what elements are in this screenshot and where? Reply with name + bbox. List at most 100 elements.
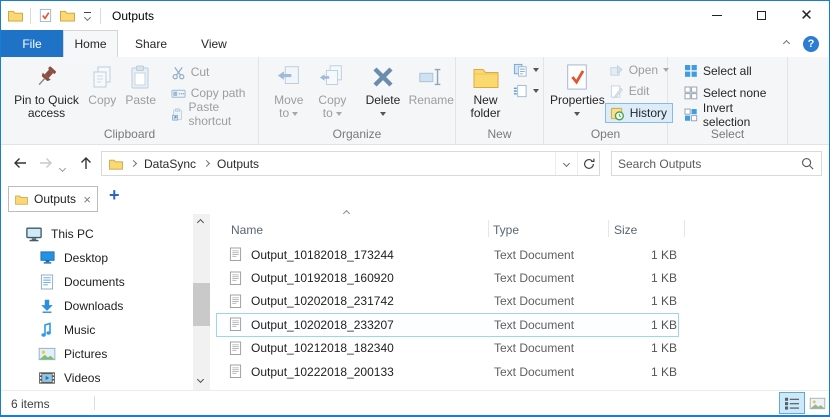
properties-button[interactable]: Properties bbox=[550, 57, 605, 120]
rename-label: Rename bbox=[409, 94, 454, 107]
icons-view-button[interactable] bbox=[807, 394, 827, 412]
easy-access-button[interactable] bbox=[509, 61, 543, 79]
qat-customize-dropdown[interactable] bbox=[82, 10, 93, 22]
text-document-icon bbox=[229, 317, 242, 332]
column-separator[interactable] bbox=[488, 220, 489, 237]
copy-button[interactable]: Copy bbox=[84, 57, 121, 107]
help-button[interactable]: ? bbox=[803, 36, 819, 52]
column-separator[interactable] bbox=[608, 220, 609, 237]
breadcrumb-outputs[interactable]: Outputs bbox=[217, 157, 259, 171]
open-group-label: Open bbox=[544, 127, 667, 141]
file-row[interactable]: Output_10182018_173244 Text Document 1 K… bbox=[216, 243, 679, 266]
forward-arrow-icon bbox=[37, 154, 55, 172]
tab-close-icon[interactable]: × bbox=[83, 193, 91, 206]
qat-new-folder-icon[interactable] bbox=[60, 9, 75, 22]
previous-locations-button[interactable] bbox=[555, 152, 577, 175]
tab-share[interactable]: Share bbox=[118, 30, 184, 57]
titlebar-separator bbox=[30, 8, 31, 24]
tab-view[interactable]: View bbox=[184, 30, 244, 57]
column-separator[interactable] bbox=[684, 220, 685, 237]
column-header-type[interactable]: Type bbox=[493, 223, 519, 237]
sidebar-scrollbar[interactable] bbox=[193, 214, 210, 390]
pictures-icon bbox=[38, 347, 56, 361]
new-tab-button[interactable]: + bbox=[109, 185, 120, 206]
file-row[interactable]: Output_10202018_231742 Text Document 1 K… bbox=[216, 290, 679, 313]
copy-to-button[interactable]: Copyto bbox=[311, 57, 355, 120]
scroll-down-icon[interactable] bbox=[197, 376, 204, 383]
ribbon-group-new: Newfolder New bbox=[456, 57, 544, 144]
file-row[interactable]: Output_10212018_182340 Text Document 1 K… bbox=[216, 337, 679, 360]
cut-button[interactable]: Cut bbox=[167, 63, 258, 81]
sidebar-item-documents[interactable]: Documents bbox=[38, 270, 125, 293]
minimize-button[interactable] bbox=[694, 1, 739, 30]
search-icon[interactable] bbox=[800, 156, 815, 171]
breadcrumb-chevron-icon bbox=[130, 160, 137, 167]
file-name: Output_10202018_233207 bbox=[251, 318, 494, 332]
forward-button[interactable] bbox=[37, 154, 55, 175]
history-button[interactable]: History bbox=[605, 103, 673, 123]
chevron-down-icon bbox=[380, 112, 386, 116]
chevron-down-icon bbox=[563, 160, 570, 167]
pin-to-quick-access-button[interactable]: Pin to Quickaccess bbox=[9, 57, 84, 120]
edit-button[interactable]: Edit bbox=[605, 82, 673, 100]
scrollbar-thumb[interactable] bbox=[193, 283, 210, 326]
new-folder-button[interactable]: Newfolder bbox=[462, 57, 509, 120]
chevron-down-icon bbox=[533, 68, 539, 72]
column-header-size[interactable]: Size bbox=[614, 223, 637, 237]
file-row-hovered[interactable]: Output_10202018_233207 Text Document 1 K… bbox=[216, 313, 679, 336]
sidebar-item-videos[interactable]: Videos bbox=[38, 366, 100, 389]
copy-to-label-line2: to bbox=[323, 106, 333, 120]
pushpin-icon bbox=[33, 64, 59, 90]
delete-button[interactable]: Delete bbox=[358, 57, 407, 120]
select-all-button[interactable]: Select all bbox=[680, 62, 787, 80]
select-none-button[interactable]: Select none bbox=[680, 84, 787, 102]
titlebar-separator bbox=[100, 8, 101, 24]
up-button[interactable] bbox=[77, 154, 95, 175]
window-title: Outputs bbox=[112, 9, 154, 23]
edit-label: Edit bbox=[629, 84, 650, 98]
select-none-icon bbox=[684, 86, 698, 100]
open-button[interactable]: Open bbox=[605, 61, 673, 79]
details-view-button[interactable] bbox=[779, 392, 805, 414]
tab-file[interactable]: File bbox=[1, 30, 63, 57]
file-row[interactable]: Output_10222018_200133 Text Document 1 K… bbox=[216, 360, 679, 383]
sidebar-item-label: Documents bbox=[64, 275, 125, 289]
search-input[interactable] bbox=[618, 157, 800, 171]
sidebar-item-pictures[interactable]: Pictures bbox=[38, 342, 107, 365]
scroll-up-icon[interactable] bbox=[197, 219, 204, 226]
column-header-name[interactable]: Name bbox=[231, 223, 263, 237]
paste-button[interactable]: Paste bbox=[121, 57, 161, 107]
select-all-icon bbox=[684, 64, 698, 78]
rename-button[interactable]: Rename bbox=[408, 57, 455, 107]
close-button[interactable]: ✕ bbox=[784, 1, 829, 30]
breadcrumb-datasync[interactable]: DataSync bbox=[144, 157, 196, 171]
refresh-button[interactable] bbox=[577, 152, 599, 175]
sidebar-item-this-pc[interactable]: This PC bbox=[25, 222, 94, 245]
recent-locations-button[interactable] bbox=[60, 160, 65, 174]
tab-home[interactable]: Home bbox=[63, 30, 118, 57]
sidebar-item-label: This PC bbox=[51, 227, 94, 241]
maximize-button[interactable] bbox=[739, 1, 784, 30]
invert-selection-button[interactable]: Invert selection bbox=[680, 106, 787, 124]
sidebar-item-downloads[interactable]: Downloads bbox=[38, 294, 123, 317]
file-size: 1 KB bbox=[615, 341, 677, 355]
paste-shortcut-button[interactable]: Paste shortcut bbox=[167, 105, 258, 123]
move-to-button[interactable]: Moveto bbox=[267, 57, 311, 120]
documents-icon bbox=[40, 274, 54, 290]
folder-tab-outputs[interactable]: Outputs × bbox=[8, 186, 98, 212]
minimize-ribbon-icon[interactable] bbox=[783, 40, 790, 47]
sidebar-item-music[interactable]: Music bbox=[38, 318, 95, 341]
new-item-button[interactable] bbox=[509, 82, 543, 100]
edit-icon bbox=[609, 84, 624, 99]
file-size: 1 KB bbox=[615, 248, 677, 262]
details-view-icon bbox=[784, 396, 800, 410]
paste-shortcut-label: Paste shortcut bbox=[189, 100, 254, 128]
clipboard-group-label: Clipboard bbox=[1, 127, 258, 141]
ribbon-group-open: Properties Open Edit History bbox=[544, 57, 668, 144]
back-button[interactable] bbox=[11, 154, 29, 175]
sidebar-item-desktop[interactable]: Desktop bbox=[38, 246, 108, 269]
text-document-icon bbox=[229, 247, 242, 262]
qat-properties-icon[interactable] bbox=[38, 8, 53, 23]
file-row[interactable]: Output_10192018_160920 Text Document 1 K… bbox=[216, 266, 679, 289]
address-bar[interactable]: DataSync Outputs bbox=[101, 151, 600, 176]
